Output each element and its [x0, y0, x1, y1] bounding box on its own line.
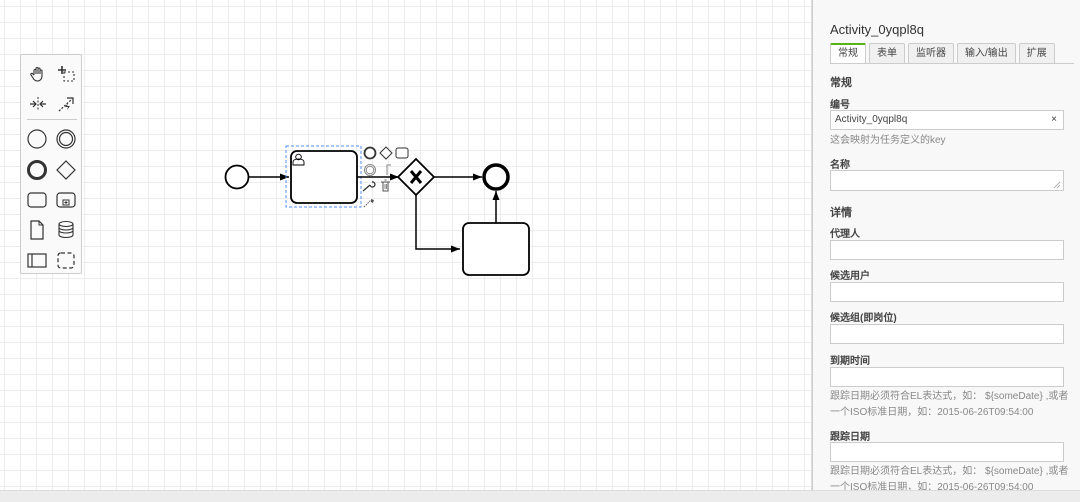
due-date-input[interactable] [830, 367, 1064, 387]
panel-tabs: 常规 表单 监听器 输入/输出 扩展 [830, 43, 1055, 63]
properties-panel: Activity_0yqpl8q 常规 表单 监听器 输入/输出 扩展 常规 编… [812, 0, 1080, 490]
tab-extensions[interactable]: 扩展 [1018, 43, 1055, 63]
start-event[interactable] [224, 164, 250, 190]
horizontal-scrollbar[interactable] [0, 490, 1080, 502]
candidate-users-label: 候选用户 [830, 271, 870, 282]
sequence-flow[interactable] [415, 195, 460, 253]
id-label: 编号 [830, 100, 850, 111]
append-end-event-icon[interactable] [363, 146, 377, 160]
details-section-title: 详情 [830, 207, 852, 219]
clear-id-button[interactable]: × [1051, 111, 1057, 129]
append-task-icon[interactable] [395, 147, 409, 159]
resize-grip-icon[interactable] [1053, 181, 1061, 189]
candidate-groups-label: 候选组(即岗位) [830, 313, 897, 324]
follow-up-date-label: 跟踪日期 [830, 432, 870, 443]
follow-up-date-hint: 跟踪日期必须符合EL表达式，如： ${someDate} ,或者一个ISO标准日… [830, 466, 1069, 490]
candidate-groups-input[interactable] [830, 324, 1064, 344]
append-gateway-icon[interactable] [379, 146, 393, 160]
connect-tool-icon[interactable] [363, 199, 374, 208]
task[interactable] [462, 222, 530, 276]
tab-general[interactable]: 常规 [830, 43, 866, 63]
append-intermediate-event-icon[interactable] [364, 164, 376, 176]
exclusive-gateway[interactable] [396, 157, 436, 197]
tab-input-output[interactable]: 输入/输出 [957, 43, 1016, 63]
change-type-wrench-icon[interactable] [362, 181, 376, 192]
user-task-selected[interactable] [285, 145, 362, 208]
id-value: Activity_0yqpl8q [835, 114, 908, 125]
assignee-input[interactable] [830, 240, 1064, 260]
name-textarea[interactable] [830, 170, 1064, 191]
end-event[interactable] [482, 163, 510, 191]
panel-title: Activity_0yqpl8q [830, 22, 924, 37]
delete-trash-icon[interactable] [381, 179, 390, 192]
due-date-label: 到期时间 [830, 356, 870, 367]
follow-up-date-input[interactable] [830, 442, 1064, 462]
tab-listeners[interactable]: 监听器 [908, 43, 954, 63]
tab-divider [830, 63, 1074, 64]
id-hint: 这会映射为任务定义的key [830, 135, 946, 146]
tab-forms[interactable]: 表单 [869, 43, 905, 63]
candidate-users-input[interactable] [830, 282, 1064, 302]
due-date-hint: 跟踪日期必须符合EL表达式，如： ${someDate} ,或者一个ISO标准日… [830, 391, 1069, 418]
bpmn-diagram [224, 145, 530, 276]
general-section-title: 常规 [830, 77, 852, 89]
assignee-label: 代理人 [830, 229, 860, 240]
id-field[interactable]: Activity_0yqpl8q × [830, 110, 1064, 130]
append-text-annotation-icon[interactable] [386, 164, 391, 175]
name-label: 名称 [830, 160, 850, 171]
